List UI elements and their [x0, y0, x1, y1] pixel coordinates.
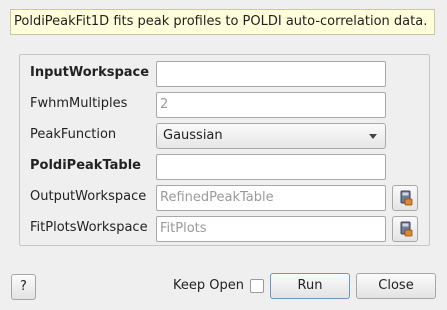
keep-open-label: Keep Open	[173, 278, 244, 293]
close-button[interactable]: Close	[356, 273, 436, 299]
keep-open-checkbox[interactable]	[250, 279, 264, 293]
properties-frame	[19, 54, 430, 246]
help-button[interactable]: ?	[11, 274, 36, 300]
algorithm-description: PoldiPeakFit1D fits peak profiles to POL…	[10, 9, 435, 35]
run-button[interactable]: Run	[270, 273, 350, 299]
